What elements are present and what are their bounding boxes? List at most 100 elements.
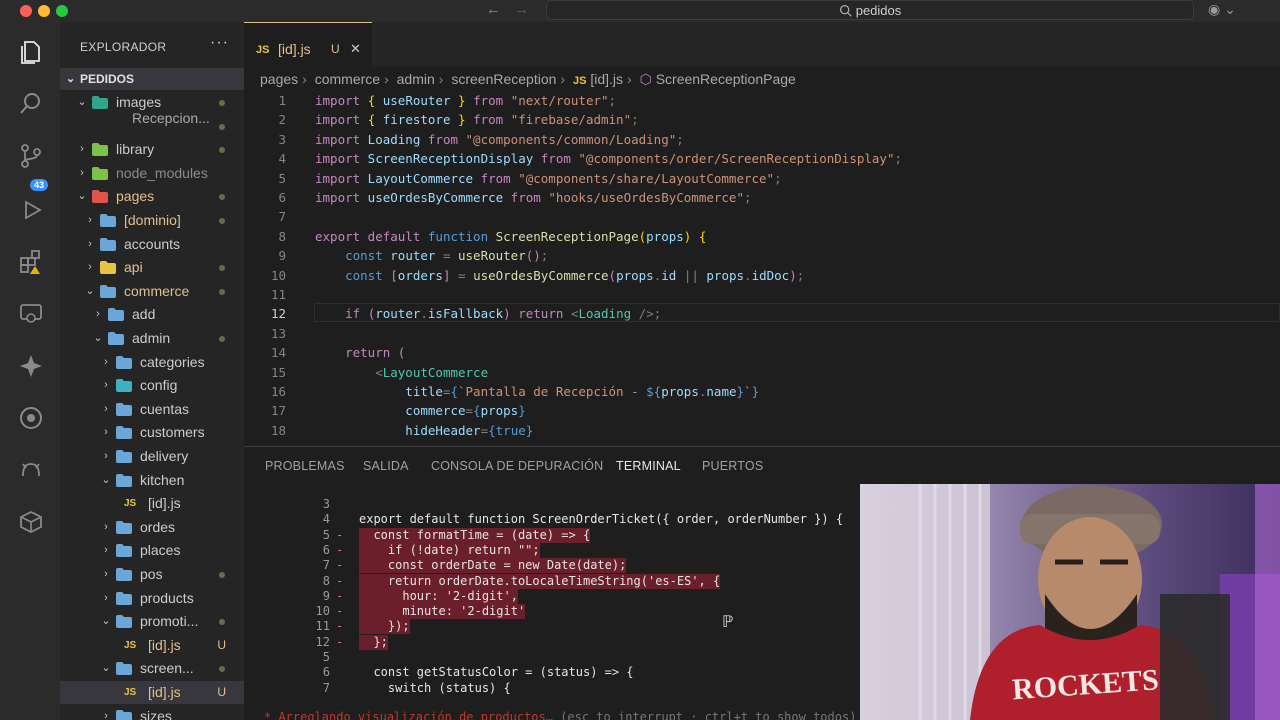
explorer-row[interactable]: › accounts	[60, 233, 244, 256]
explorer-row[interactable]: ⌄ pages	[60, 185, 244, 208]
breadcrumb-item[interactable]: ScreenReceptionPage	[656, 71, 796, 87]
folder-icon	[116, 544, 132, 558]
diff-minus-marker: -	[336, 542, 344, 557]
tab-ports[interactable]: PUERTOS	[702, 459, 763, 473]
files-icon[interactable]	[17, 38, 45, 66]
gitlens-icon[interactable]	[17, 404, 45, 432]
explorer-row[interactable]: ⌄ kitchen	[60, 469, 244, 492]
chevron-right-icon[interactable]: ›	[100, 398, 112, 421]
terminal-line: 4 export default function ScreenOrderTick…	[244, 512, 860, 527]
code-line: import LayoutCommerce from "@components/…	[315, 171, 782, 186]
explorer-row[interactable]: JS [id].js U	[60, 681, 244, 704]
explorer-row[interactable]: ⌄ commerce	[60, 280, 244, 303]
copilot-menu-icon[interactable]: ◉ ⌄	[1208, 1, 1236, 18]
chevron-right-icon[interactable]: ›	[100, 563, 112, 586]
chevron-down-icon[interactable]: ⌄	[100, 610, 112, 633]
tab-debug-console[interactable]: CONSOLA DE DEPURACIÓN	[431, 459, 603, 473]
explorer-row[interactable]: › categories	[60, 351, 244, 374]
minimize-window-button[interactable]	[38, 5, 50, 17]
explorer-row[interactable]: › cuentas	[60, 398, 244, 421]
chevron-right-icon[interactable]: ›	[84, 209, 96, 232]
chevron-down-icon[interactable]: ⌄	[100, 469, 112, 492]
explorer-row[interactable]: ⌄ admin	[60, 327, 244, 350]
extensions-icon[interactable]	[17, 248, 45, 276]
source-control-icon[interactable]	[17, 142, 45, 170]
breadcrumb-item[interactable]: screenReception	[451, 71, 556, 87]
github-icon[interactable]	[17, 456, 45, 484]
chevron-down-icon[interactable]: ⌄	[92, 327, 104, 350]
chevron-down-icon[interactable]: ⌄	[76, 185, 88, 208]
code-token: useRouter	[458, 248, 526, 264]
maximize-window-button[interactable]	[56, 5, 68, 17]
explorer-row[interactable]: Recepcion...	[60, 110, 244, 138]
explorer-row[interactable]: › config	[60, 374, 244, 397]
chevron-right-icon[interactable]: ›	[100, 445, 112, 468]
chevron-down-icon[interactable]: ⌄	[84, 280, 96, 303]
code-editor[interactable]: 1 import { useRouter } from "next/router"…	[244, 89, 1280, 446]
chevron-right-icon[interactable]: ›	[92, 303, 104, 326]
explorer-row[interactable]: › delivery	[60, 445, 244, 468]
chevron-right-icon[interactable]: ›	[100, 421, 112, 444]
code-token: }	[518, 403, 526, 419]
code-token: props	[480, 403, 519, 419]
run-debug-icon[interactable]	[17, 196, 45, 224]
explorer-row[interactable]: JS [id].js U	[60, 634, 244, 657]
command-center-search[interactable]: pedidos	[546, 0, 1194, 20]
explorer-row[interactable]: › node_modules	[60, 162, 244, 185]
explorer-row[interactable]: ⌄ screen...	[60, 657, 244, 680]
chevron-right-icon[interactable]: ›	[100, 351, 112, 374]
explorer-row-label: delivery	[140, 448, 189, 464]
remote-explorer-icon[interactable]	[17, 300, 45, 328]
explorer-row[interactable]: › add	[60, 303, 244, 326]
chevron-right-icon[interactable]: ›	[76, 162, 88, 185]
explorer-row[interactable]: JS [id].js	[60, 492, 244, 515]
chevron-right-icon[interactable]: ›	[100, 705, 112, 720]
chevron-right-icon[interactable]: ›	[76, 138, 88, 161]
tab-output[interactable]: SALIDA	[363, 459, 409, 473]
explorer-row-label: cuentas	[140, 400, 190, 417]
close-window-button[interactable]	[20, 5, 32, 17]
chevron-right-icon[interactable]: ›	[100, 539, 112, 562]
explorer-row[interactable]: › ordes	[60, 516, 244, 539]
chevron-down-icon[interactable]: ⌄	[100, 657, 112, 680]
modified-dot-icon	[219, 572, 225, 578]
explorer-row[interactable]: › [dominio]	[60, 209, 244, 232]
chevron-right-icon[interactable]: ›	[84, 233, 96, 256]
terminal-status: * Arreglando visualización de productos……	[264, 710, 856, 720]
explorer-row[interactable]: › places	[60, 539, 244, 562]
tab-id-js[interactable]: JS [id].js U ✕	[244, 22, 372, 67]
chevron-right-icon[interactable]: ›	[84, 256, 96, 279]
explorer-row[interactable]: › pos	[60, 563, 244, 586]
more-actions-icon[interactable]: ···	[210, 34, 229, 52]
line-number: 13	[270, 325, 286, 341]
explorer-row[interactable]: › sizes	[60, 705, 244, 720]
chevron-down-icon[interactable]: ⌄	[76, 91, 88, 114]
chevron-right-icon[interactable]: ›	[100, 516, 112, 539]
tab-problems[interactable]: PROBLEMAS	[265, 459, 345, 473]
breadcrumb-item[interactable]: admin	[397, 71, 435, 87]
chevron-right-icon[interactable]: ›	[100, 374, 112, 397]
breadcrumb-item[interactable]: [id].js	[590, 71, 623, 87]
code-token: ;	[676, 131, 684, 147]
forward-arrow-icon[interactable]: →	[514, 1, 529, 18]
breadcrumb-item[interactable]: commerce	[315, 71, 380, 87]
copilot-icon[interactable]	[17, 352, 45, 380]
close-tab-icon[interactable]: ✕	[350, 41, 361, 57]
explorer-row[interactable]: ⌄ promoti...	[60, 610, 244, 633]
explorer-row[interactable]: › products	[60, 587, 244, 610]
explorer-row[interactable]: › library	[60, 138, 244, 161]
terminal-line-number: 8	[322, 573, 330, 588]
code-token: return	[345, 345, 398, 361]
explorer-row[interactable]: › api	[60, 256, 244, 279]
breadcrumb-item[interactable]: pages	[260, 71, 298, 87]
docker-icon[interactable]	[17, 508, 45, 536]
chevron-right-icon[interactable]: ›	[100, 587, 112, 610]
folder-icon	[116, 615, 132, 629]
terminal[interactable]: 3 4 export default function ScreenOrderTic…	[244, 486, 860, 720]
workspace-root[interactable]: ⌄ PEDIDOS	[60, 68, 244, 90]
search-icon[interactable]	[17, 90, 45, 118]
back-arrow-icon[interactable]: ←	[486, 1, 501, 18]
explorer-row[interactable]: › customers	[60, 421, 244, 444]
